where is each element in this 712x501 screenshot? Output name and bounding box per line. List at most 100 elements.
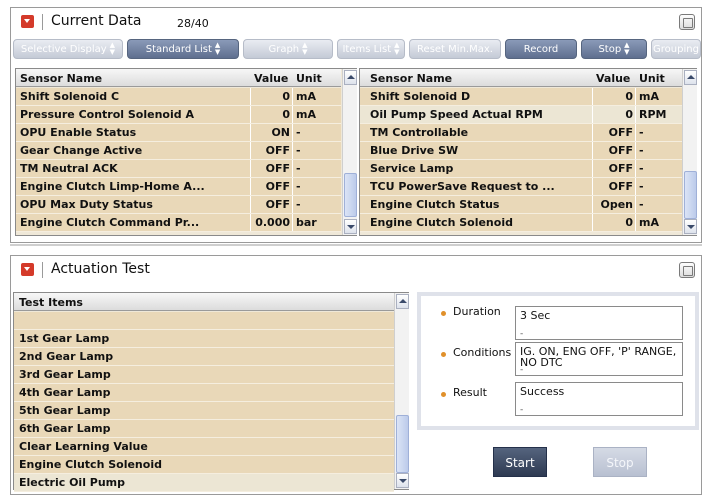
column-divider (592, 142, 593, 159)
sensor-row[interactable]: Shift Solenoid C 0 mA (16, 88, 341, 106)
column-divider (592, 160, 593, 177)
sensor-row[interactable]: Engine Clutch Limp-Home A... OFF - (16, 178, 341, 196)
sensor-name: Pressure Control Solenoid A (20, 108, 194, 121)
scroll-up-icon[interactable] (396, 294, 409, 309)
column-unit[interactable]: Unit (639, 72, 665, 85)
test-item[interactable]: Electric Oil Pump (14, 474, 394, 492)
sensor-row[interactable]: OPU Max Duty Status OFF - (16, 196, 341, 214)
test-item[interactable]: 2nd Gear Lamp (14, 348, 394, 366)
up-down-arrows-icon: ▲ ▼ (109, 41, 116, 56)
bullet-icon (441, 311, 446, 316)
column-divider (635, 160, 636, 177)
sensor-row[interactable]: Engine Clutch Command Pr... 0.000 bar (16, 214, 341, 232)
sensor-row[interactable]: Pressure Control Solenoid A 0 mA (16, 106, 341, 124)
collapse-toggle-icon[interactable] (21, 15, 34, 28)
sensor-value: 0 (282, 108, 290, 121)
column-unit[interactable]: Unit (296, 72, 322, 85)
scroll-down-icon[interactable] (344, 219, 357, 234)
column-sensor-name[interactable]: Sensor Name (370, 72, 452, 85)
test-item[interactable]: Engine Clutch Solenoid (14, 456, 394, 474)
column-divider (292, 142, 293, 159)
sensor-row[interactable]: TM Neutral ACK OFF - (16, 160, 341, 178)
scrollbar-right[interactable] (682, 69, 697, 235)
sensor-row[interactable]: Oil Pump Speed Actual RPM 0 RPM (360, 106, 682, 124)
scroll-thumb[interactable] (344, 173, 357, 217)
grid-header: Sensor Name Value Unit (360, 69, 682, 87)
sensor-name: TM Neutral ACK (20, 162, 118, 175)
reset-min-max-button[interactable]: Reset Min.Max. (409, 39, 501, 59)
sensor-unit: - (639, 126, 644, 139)
sensor-value: 0.000 (255, 216, 290, 229)
stop-record-button[interactable]: Stop ▲ ▼ (581, 39, 647, 59)
current-data-toolbar: Selective Display ▲ ▼ Standard List ▲ ▼ Grap… (13, 38, 701, 60)
column-divider (635, 106, 636, 123)
sensor-value: OFF (608, 162, 633, 175)
column-divider (292, 124, 293, 141)
up-down-arrows-icon: ▲ ▼ (214, 41, 221, 56)
duration-field: 3 Sec (515, 306, 683, 340)
test-item[interactable]: 3rd Gear Lamp (14, 366, 394, 384)
scroll-down-icon[interactable] (396, 473, 409, 488)
standard-list-button[interactable]: Standard List ▲ ▼ (127, 39, 239, 59)
scroll-up-icon[interactable] (344, 70, 357, 85)
record-button[interactable]: Record (505, 39, 577, 59)
sensor-unit: - (296, 198, 301, 211)
column-divider (592, 178, 593, 195)
sensor-value: OFF (265, 180, 290, 193)
sensor-row[interactable]: Shift Solenoid D 0 mA (360, 88, 682, 106)
maximize-icon[interactable] (679, 262, 695, 278)
test-item[interactable]: 1st Gear Lamp (14, 330, 394, 348)
column-value[interactable]: Value (254, 72, 288, 85)
sensor-row[interactable]: TCU PowerSave Request to ... OFF - (360, 178, 682, 196)
column-value[interactable]: Value (596, 72, 630, 85)
sensor-unit: - (639, 162, 644, 175)
column-sensor-name[interactable]: Sensor Name (20, 72, 102, 85)
scroll-down-icon[interactable] (684, 219, 697, 234)
conditions-field: IG. ON, ENG OFF, 'P' RANGE, NO DTC (515, 342, 683, 376)
sensor-row[interactable]: Gear Change Active OFF - (16, 142, 341, 160)
sensor-name: TCU PowerSave Request to ... (370, 180, 555, 193)
sensor-unit: - (639, 144, 644, 157)
sensor-grid-left: Sensor Name Value Unit Shift Solenoid C 0… (15, 68, 357, 236)
sensor-row[interactable]: Service Lamp OFF - (360, 160, 682, 178)
test-item-label: 2nd Gear Lamp (19, 350, 114, 363)
test-item[interactable]: 4th Gear Lamp (14, 384, 394, 402)
maximize-icon[interactable] (679, 14, 695, 30)
grouping-button[interactable]: Grouping (651, 39, 701, 59)
collapse-toggle-icon[interactable] (21, 263, 34, 276)
items-list-button[interactable]: Items List ▲ ▼ (337, 39, 405, 59)
column-divider (250, 88, 251, 105)
test-item[interactable]: Clear Learning Value (14, 438, 394, 456)
test-items-list: Test Items 1st Gear Lamp 2nd Gear Lamp 3rd… (13, 292, 409, 492)
sensor-row[interactable]: Blue Drive SW OFF - (360, 142, 682, 160)
sensor-unit: bar (296, 216, 317, 229)
sensor-row[interactable]: Engine Clutch Solenoid 0 mA (360, 214, 682, 232)
test-info-box: Duration 3 Sec Conditions IG. ON, ENG OF… (417, 292, 699, 430)
scrollbar-test-items[interactable] (394, 293, 409, 489)
sensor-row[interactable]: TM Controllable OFF - (360, 124, 682, 142)
actuation-test-title: Actuation Test (51, 261, 150, 277)
test-item-label: 3rd Gear Lamp (19, 368, 111, 381)
sensor-name: Engine Clutch Status (370, 198, 500, 211)
sensor-row[interactable]: OPU Enable Status ON - (16, 124, 341, 142)
test-item-blank (14, 312, 394, 330)
scroll-thumb[interactable] (684, 171, 697, 219)
graph-button[interactable]: Graph ▲ ▼ (243, 39, 333, 59)
scroll-thumb[interactable] (396, 415, 409, 473)
sensor-value: 0 (625, 216, 633, 229)
test-item[interactable]: 5th Gear Lamp (14, 402, 394, 420)
column-divider (250, 178, 251, 195)
stop-button[interactable]: Stop (593, 447, 647, 477)
selective-display-button[interactable]: Selective Display ▲ ▼ (13, 39, 123, 59)
sensor-unit: - (639, 180, 644, 193)
sensor-value: 0 (625, 90, 633, 103)
scroll-up-icon[interactable] (684, 70, 697, 85)
sensor-value: 0 (625, 108, 633, 121)
column-divider (635, 214, 636, 231)
sensor-row[interactable]: Engine Clutch Status Open - (360, 196, 682, 214)
test-items-header: Test Items (14, 293, 394, 311)
scrollbar-left[interactable] (342, 69, 357, 235)
start-button[interactable]: Start (493, 447, 547, 477)
sensor-unit: - (639, 198, 644, 211)
test-item[interactable]: 6th Gear Lamp (14, 420, 394, 438)
